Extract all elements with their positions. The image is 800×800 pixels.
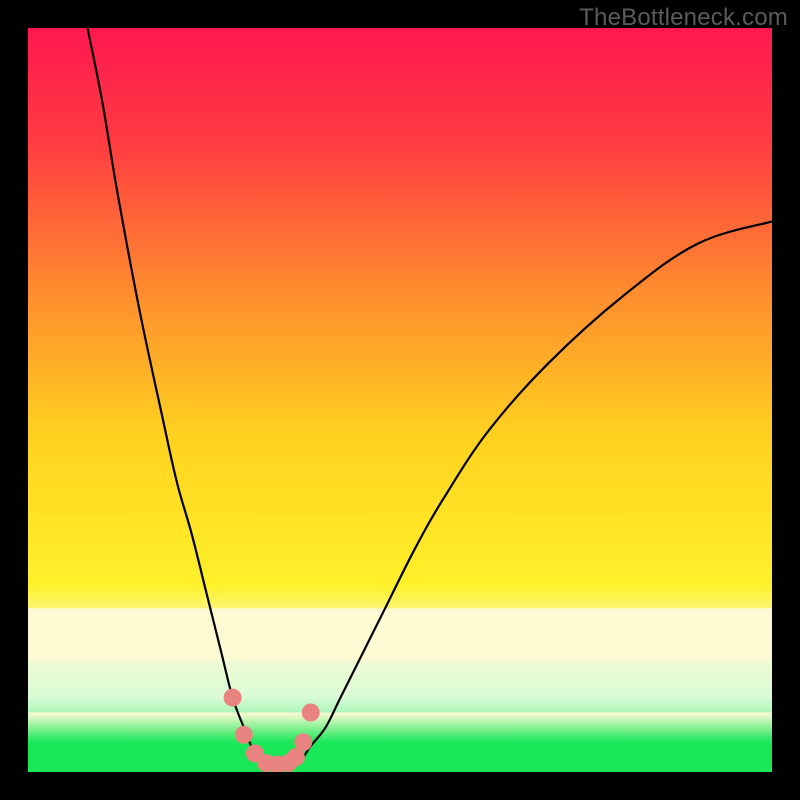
fit-markers	[224, 689, 320, 772]
plot-area	[28, 28, 772, 772]
fit-marker	[224, 689, 242, 707]
chart-frame: TheBottleneck.com	[0, 0, 800, 800]
fit-marker	[235, 726, 253, 744]
curve-left	[88, 28, 267, 765]
curve-right	[296, 221, 772, 764]
curve-layer	[28, 28, 772, 772]
fit-marker	[302, 703, 320, 721]
fit-marker	[294, 733, 312, 751]
